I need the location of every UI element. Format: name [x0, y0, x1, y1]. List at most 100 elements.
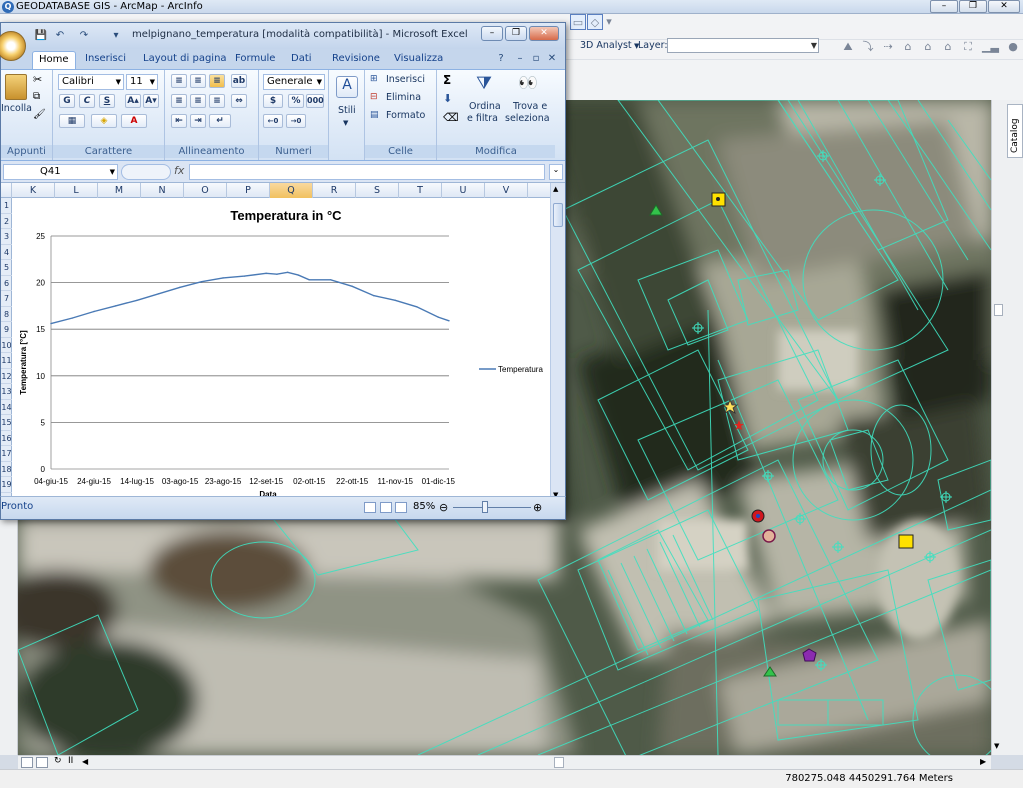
orientation-icon[interactable]: ab — [231, 74, 247, 88]
row-header[interactable]: 4 — [1, 245, 12, 260]
shrink-font-icon[interactable]: A▾ — [143, 94, 159, 108]
sort-filter-icon[interactable]: ⧩ — [472, 73, 496, 97]
row-header[interactable]: 15 — [1, 415, 12, 431]
fill-color-icon[interactable]: ◈ — [91, 114, 117, 128]
font-size-select[interactable]: 11 ▼ — [126, 74, 158, 90]
copy-icon[interactable]: ⧉ — [33, 91, 40, 102]
scroll-down-icon[interactable]: ▼ — [994, 742, 999, 750]
profile-graph-icon[interactable]: ⛶ — [960, 39, 976, 55]
page-break-view-icon[interactable] — [395, 502, 407, 513]
column-header[interactable]: U — [442, 183, 485, 198]
zoom-slider[interactable] — [453, 507, 531, 508]
contour-icon[interactable]: ⛰ — [840, 39, 856, 55]
scroll-thumb[interactable] — [994, 304, 1003, 316]
row-header[interactable]: 7 — [1, 291, 12, 307]
close-workbook-icon[interactable]: ✕ — [545, 52, 559, 66]
italic-button[interactable]: C — [79, 94, 95, 108]
minimize-icon[interactable]: – — [481, 26, 503, 41]
decrease-indent-icon[interactable]: ⇤ — [171, 114, 187, 128]
scroll-right-icon[interactable]: ▶ — [980, 757, 986, 766]
format-cells-button[interactable]: Formato — [386, 109, 425, 123]
column-header[interactable]: N — [141, 183, 184, 198]
delete-cells-button[interactable]: Elimina — [386, 91, 421, 105]
increase-indent-icon[interactable]: ⇥ — [190, 114, 206, 128]
column-header[interactable]: L — [55, 183, 98, 198]
sheet-vertical-scrollbar[interactable]: ▲ ▼ — [550, 183, 565, 504]
binoculars-icon[interactable]: 👀 — [516, 73, 540, 97]
row-header[interactable]: 9 — [1, 322, 12, 338]
row-header[interactable]: 3 — [1, 229, 12, 245]
map-vertical-scrollbar[interactable]: ▼ — [991, 100, 1005, 755]
catalog-tab[interactable]: Catalog — [1007, 104, 1023, 158]
row-header[interactable]: 14 — [1, 400, 12, 415]
align-bottom-icon[interactable]: ≡ — [209, 74, 225, 88]
cut-icon[interactable]: ✂ — [33, 73, 42, 86]
row-header[interactable]: 12 — [1, 369, 12, 384]
customize-qat-icon[interactable]: ▾ — [109, 29, 123, 43]
scroll-thumb[interactable] — [553, 203, 563, 227]
align-right-icon[interactable]: ≡ — [209, 94, 225, 108]
column-header[interactable]: P — [227, 183, 270, 198]
format-painter-icon[interactable]: 🖌 — [33, 109, 46, 120]
line-of-sight-icon[interactable]: ⇢ — [880, 39, 896, 55]
zoom-level[interactable]: 85% — [413, 501, 435, 512]
autosum-icon[interactable]: Σ — [443, 73, 451, 87]
row-header[interactable]: 19 — [1, 477, 12, 493]
column-header[interactable]: S — [356, 183, 399, 198]
excel-window[interactable]: 💾 ↶ ↷ ▾ melpignano_temperatura [modalità… — [0, 22, 566, 520]
zoom-slider-thumb[interactable] — [482, 501, 488, 513]
scroll-left-icon[interactable]: ◀ — [82, 757, 88, 766]
layer-select[interactable]: ▼ — [667, 38, 819, 53]
row-header[interactable]: 1 — [1, 198, 12, 214]
align-top-icon[interactable]: ≡ — [171, 74, 187, 88]
bold-button[interactable]: G — [59, 94, 75, 108]
paste-button[interactable]: Incolla — [1, 102, 32, 116]
align-left-icon[interactable]: ≡ — [171, 94, 187, 108]
tab-visualizza[interactable]: Visualizza — [388, 51, 449, 69]
tab-revisione[interactable]: Revisione — [326, 51, 386, 69]
worksheet[interactable]: KLMNOPQRSTUV 1 2 3 4 5 6 7 8 9 10 11 12 13 14 15 16 17 18… — [1, 183, 550, 504]
percent-button[interactable]: % — [288, 94, 304, 108]
close-icon[interactable]: ✕ — [988, 0, 1020, 13]
row-header[interactable]: 16 — [1, 431, 12, 446]
font-color-icon[interactable]: A — [121, 114, 147, 128]
merge-cells-icon[interactable]: ⇔ — [231, 94, 247, 108]
ribbon-minimize-icon[interactable]: – — [513, 52, 527, 66]
minimize-icon[interactable]: – — [930, 0, 958, 13]
save-icon[interactable]: 💾 — [34, 29, 48, 43]
layout-view-icon[interactable] — [36, 757, 48, 768]
profile-graph-icon[interactable]: ▁▃ — [982, 39, 999, 55]
scroll-up-icon[interactable]: ▲ — [553, 185, 558, 193]
currency-button[interactable]: $ — [263, 94, 283, 108]
tab-dati[interactable]: Dati — [285, 51, 318, 69]
column-header[interactable]: O — [184, 183, 227, 198]
3d-analyst-menu[interactable]: 3D Analyst — [580, 39, 632, 53]
column-header[interactable]: T — [399, 183, 442, 198]
interpolate-line-icon[interactable]: ⌂ — [920, 39, 936, 55]
select-by-polygon-icon[interactable]: ◇ — [587, 14, 603, 30]
steepest-path-icon[interactable]: ⤵ — [860, 39, 876, 55]
row-header[interactable]: 13 — [1, 384, 12, 400]
column-header[interactable]: M — [98, 183, 141, 198]
scroll-thumb[interactable] — [554, 757, 564, 768]
tab-formule[interactable]: Formule — [229, 51, 281, 69]
info-icon[interactable]: ● — [1005, 39, 1021, 55]
row-header[interactable]: 17 — [1, 446, 12, 462]
formula-cancel-confirm[interactable] — [121, 164, 171, 180]
font-name-select[interactable]: Calibri ▼ — [58, 74, 124, 90]
pause-icon[interactable]: II — [68, 756, 73, 766]
column-header[interactable]: Q — [270, 183, 313, 198]
help-icon[interactable]: ? — [494, 52, 508, 66]
refresh-icon[interactable]: ↻ — [54, 756, 62, 766]
undo-icon[interactable]: ↶ — [53, 29, 67, 43]
redo-icon[interactable]: ↷ — [77, 29, 91, 43]
map-horizontal-scrollbar[interactable]: ↻ II ◀ ▶ — [18, 755, 991, 769]
page-layout-view-icon[interactable] — [380, 502, 392, 513]
function-icon[interactable]: fx — [174, 164, 184, 177]
tab-layout-di-pagina[interactable]: Layout di pagina — [137, 51, 233, 69]
expand-formula-icon[interactable]: ⌄ — [549, 164, 563, 180]
ribbon-restore-icon[interactable]: ▫ — [529, 52, 543, 66]
fill-icon[interactable]: ⬇ — [443, 92, 452, 105]
interpolate-point-icon[interactable]: ⌂ — [900, 39, 916, 55]
formula-input[interactable] — [189, 164, 545, 180]
